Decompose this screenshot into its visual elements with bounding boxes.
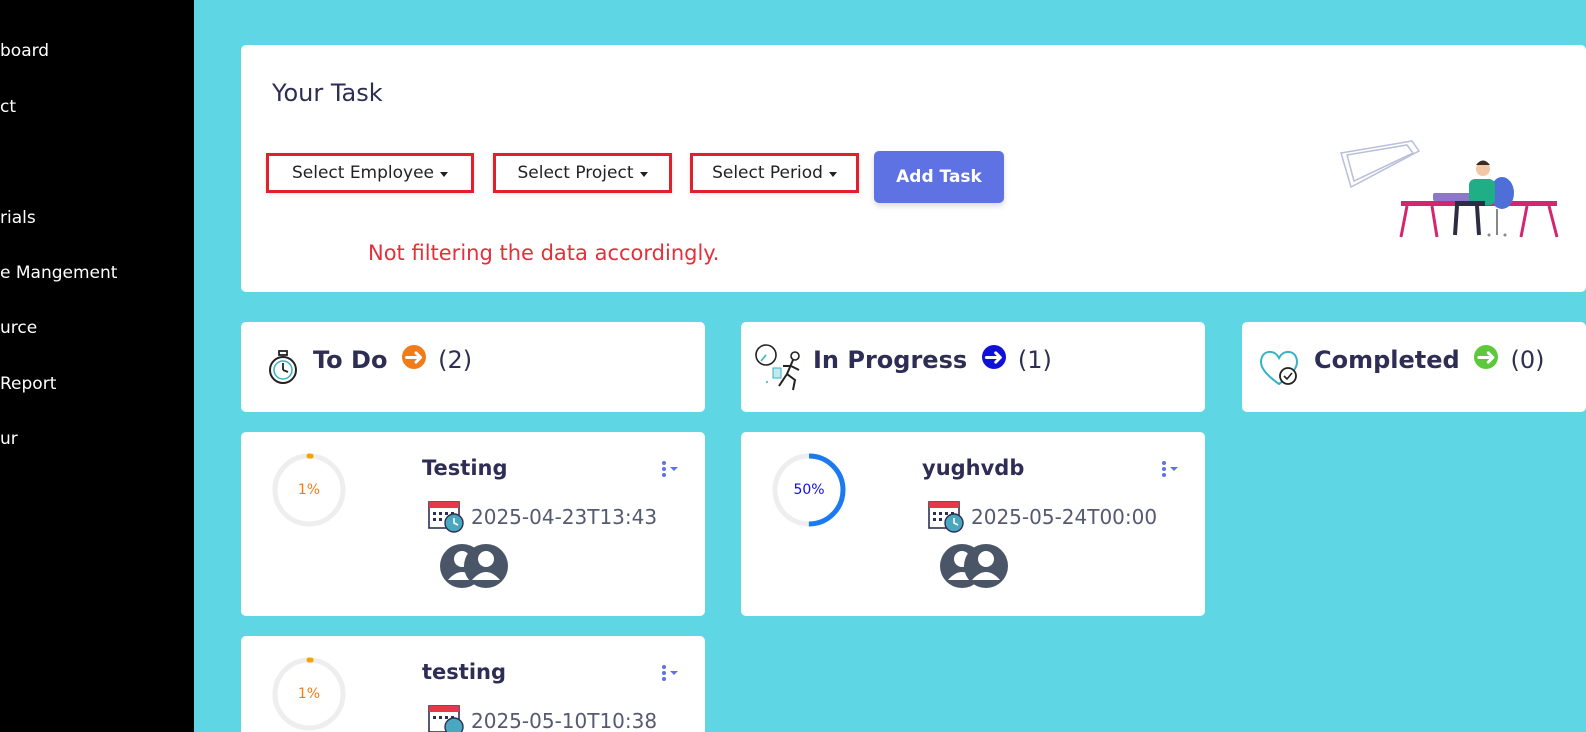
sidebar-item-hour[interactable]: ur <box>0 429 18 449</box>
sidebar-item-management[interactable]: e Mangement <box>0 263 117 283</box>
column-title-todo: To Do ➜ (2) <box>313 343 473 374</box>
running-person-icon <box>755 344 800 391</box>
calendar-clock-icon <box>428 501 464 533</box>
task-date: 2025-04-23T13:43 <box>471 505 658 529</box>
select-employee-dropdown[interactable]: Select Employee <box>266 153 474 193</box>
task-card[interactable]: 1% testing 2025-05-10T10:38 <box>241 636 705 732</box>
task-panel: Your Task Select Employee Select Project… <box>241 45 1586 292</box>
kebab-menu-icon[interactable] <box>1160 460 1182 480</box>
arrow-right-icon[interactable]: ➜ <box>401 343 426 371</box>
task-card[interactable]: 1% Testing 2025-04-23T13:43 <box>241 432 705 616</box>
column-header-completed: Completed ➜ (0) <box>1242 322 1586 412</box>
progress-label: 1% <box>297 482 321 498</box>
select-project-dropdown[interactable]: Select Project <box>493 153 672 193</box>
add-task-button[interactable]: Add Task <box>874 151 1004 203</box>
heart-check-icon <box>1260 350 1298 386</box>
avatar <box>464 544 508 588</box>
task-date: 2025-05-10T10:38 <box>471 709 658 732</box>
assignee-avatars <box>940 544 1008 588</box>
kebab-menu-icon[interactable] <box>660 460 682 480</box>
task-name[interactable]: testing <box>422 660 506 684</box>
assignee-avatars <box>440 544 508 588</box>
calendar-clock-icon <box>928 501 964 533</box>
task-name[interactable]: Testing <box>422 456 508 480</box>
select-employee-label: Select Employee <box>291 163 435 183</box>
stopwatch-icon <box>269 350 297 384</box>
select-period-dropdown[interactable]: Select Period <box>690 153 859 193</box>
column-header-in-progress: In Progress ➜ (1) <box>741 322 1205 412</box>
column-title-text: In Progress <box>813 346 968 374</box>
progress-label: 50% <box>793 482 825 498</box>
sidebar-item-report[interactable]: Report <box>0 374 56 394</box>
task-name[interactable]: yughvdb <box>922 456 1024 480</box>
column-title-text: To Do <box>313 346 388 374</box>
column-count: (1) <box>1017 346 1052 374</box>
column-title-completed: Completed ➜ (0) <box>1314 343 1545 374</box>
select-period-label: Select Period <box>712 163 823 183</box>
column-count: (2) <box>438 346 473 374</box>
calendar-clock-icon <box>428 705 464 732</box>
annotation-note: Not filtering the data accordingly. <box>368 241 720 265</box>
sidebar-item-project[interactable]: ct <box>0 97 16 117</box>
select-project-label: Select Project <box>517 163 634 183</box>
caret-down-icon <box>828 171 837 177</box>
column-header-todo: To Do ➜ (2) <box>241 322 705 412</box>
avatar <box>964 544 1008 588</box>
sidebar: board ct rials e Mangement urce Report u… <box>0 0 194 732</box>
column-title-in-progress: In Progress ➜ (1) <box>813 343 1052 374</box>
caret-down-icon <box>639 171 648 177</box>
page-title: Your Task <box>272 79 383 107</box>
sidebar-item-dashboard[interactable]: board <box>0 41 49 61</box>
arrow-right-icon[interactable]: ➜ <box>981 343 1006 371</box>
arrow-right-icon[interactable]: ➜ <box>1474 343 1499 371</box>
sidebar-item-materials[interactable]: rials <box>0 208 36 228</box>
caret-down-icon <box>440 171 449 177</box>
desk-illustration <box>1340 140 1559 238</box>
task-card[interactable]: 50% yughvdb 2025-05-24T00:00 <box>741 432 1205 616</box>
sidebar-item-resource[interactable]: urce <box>0 318 37 338</box>
task-date: 2025-05-24T00:00 <box>971 505 1158 529</box>
column-count: (0) <box>1510 346 1545 374</box>
column-title-text: Completed <box>1314 346 1460 374</box>
kebab-menu-icon[interactable] <box>660 664 682 684</box>
progress-label: 1% <box>297 686 321 702</box>
